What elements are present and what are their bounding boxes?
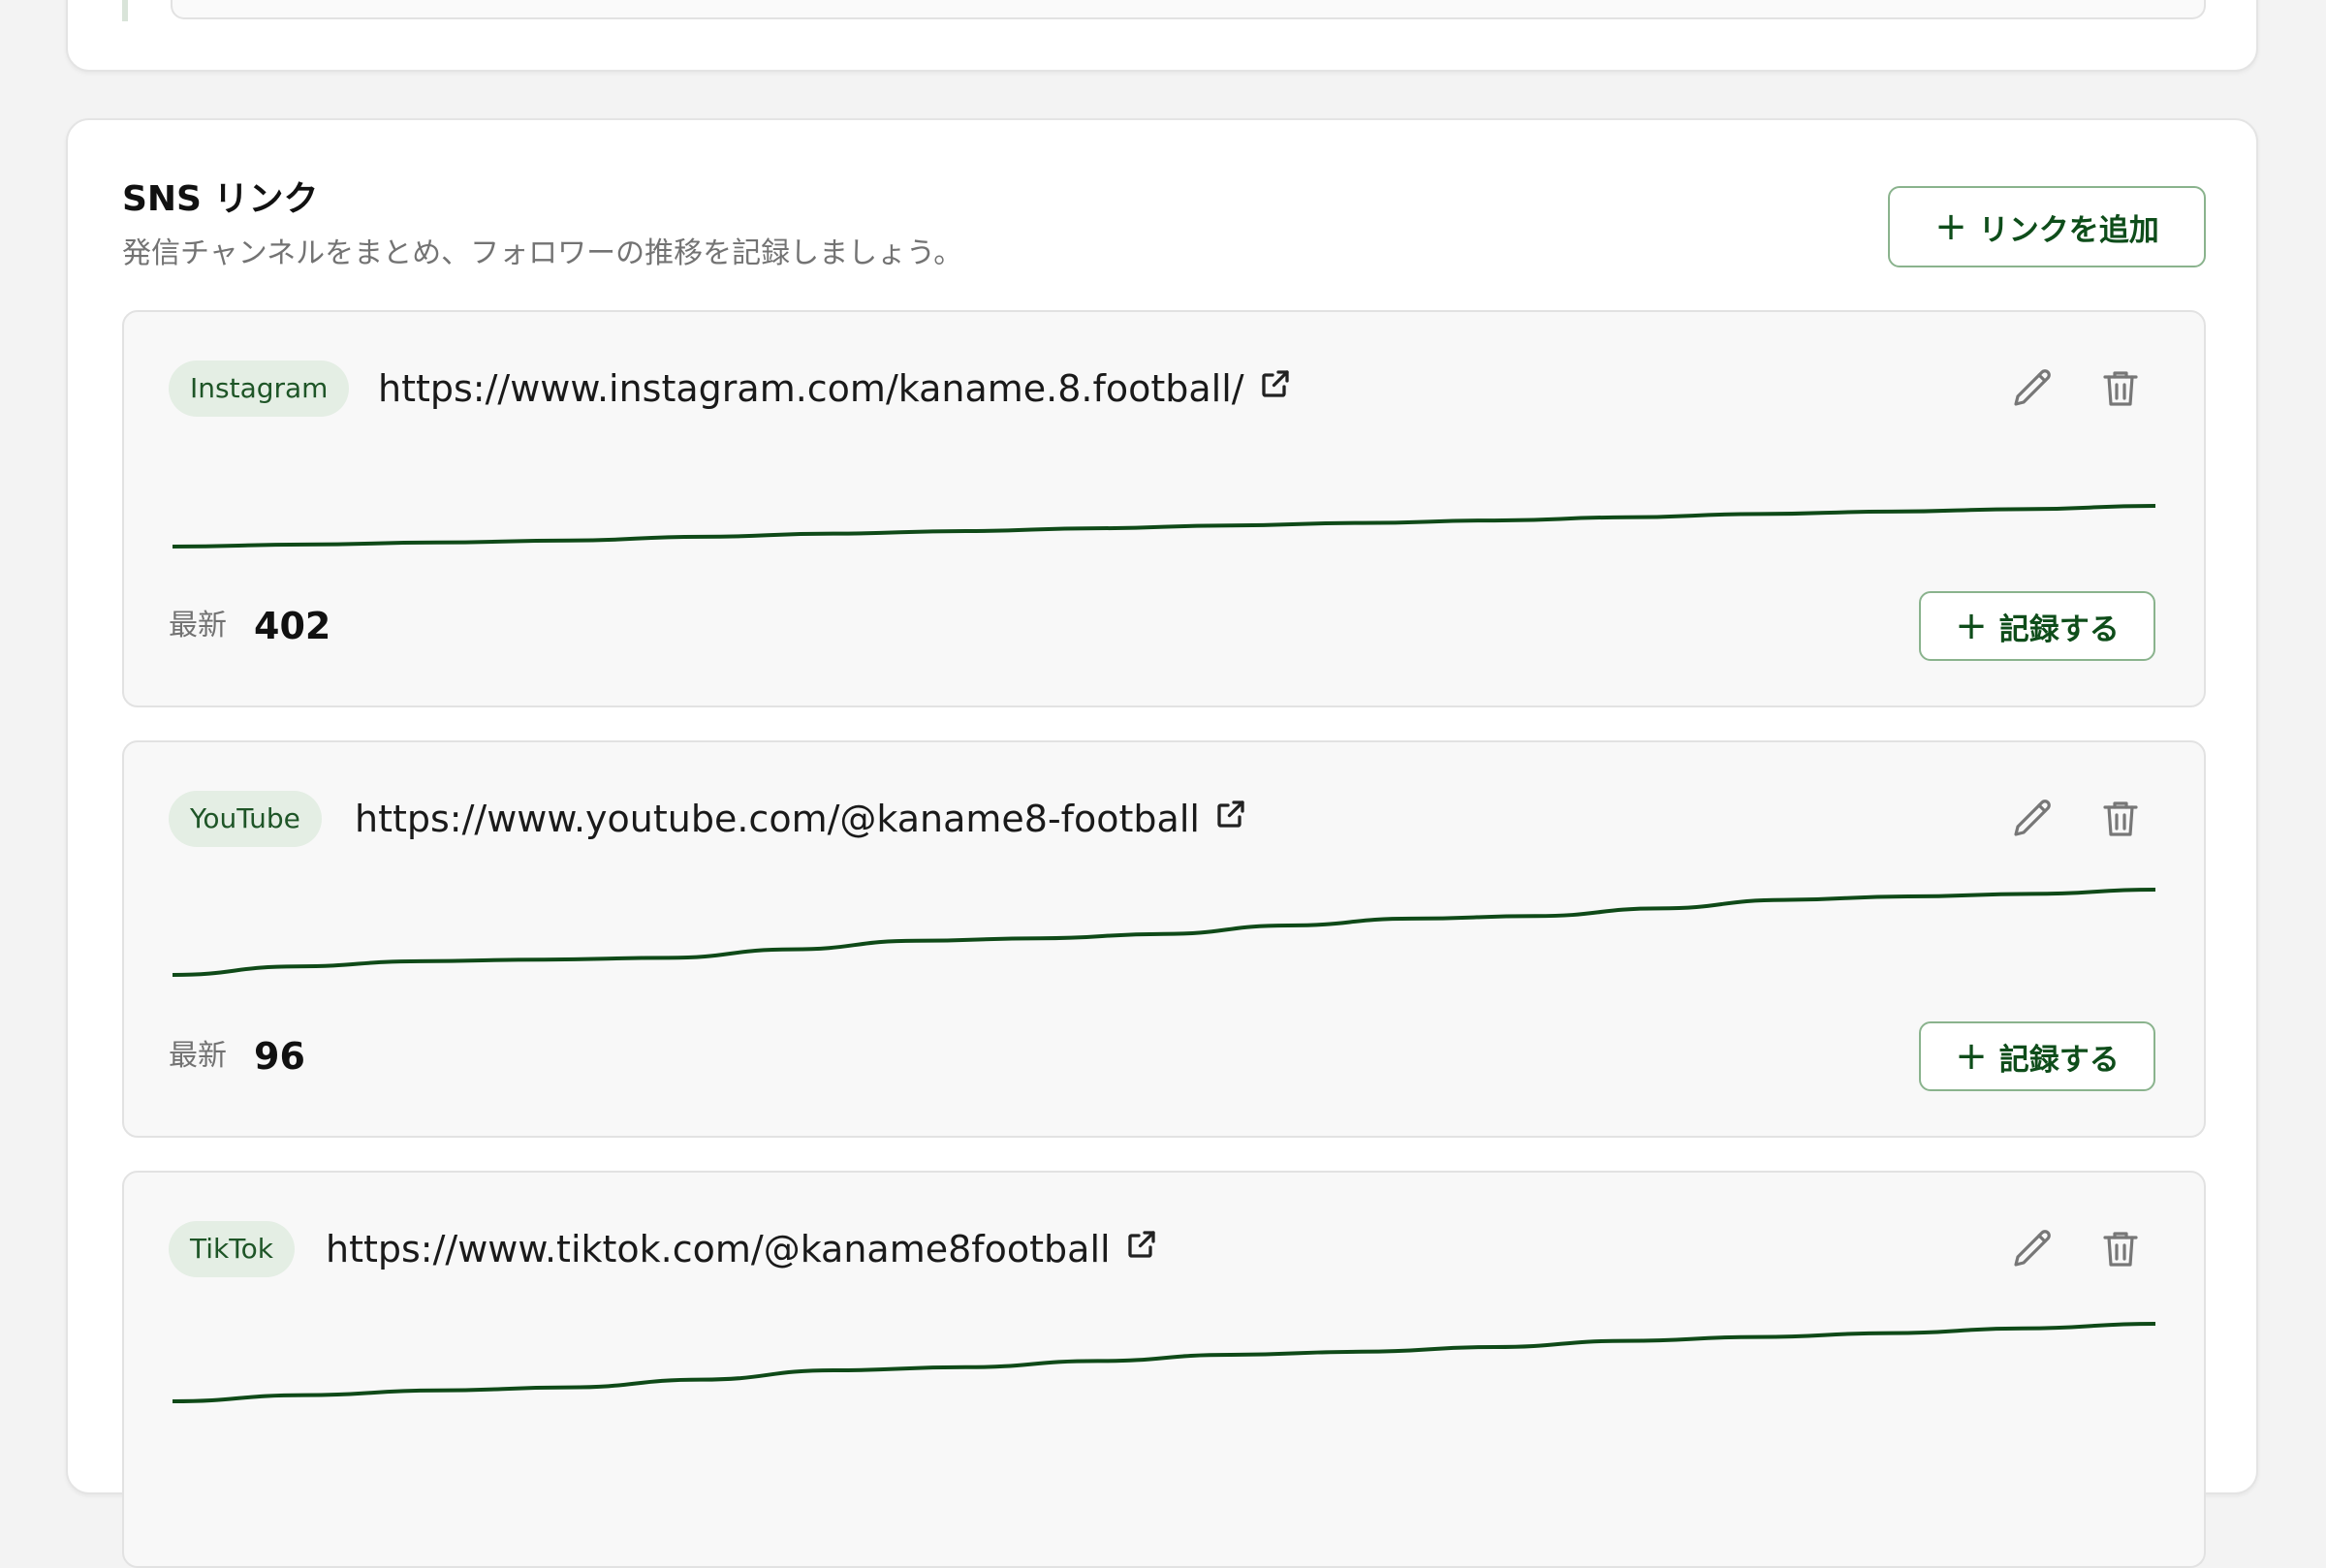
- link-card-youtube: YouTube https://www.youtube.com/@kaname8…: [122, 740, 2206, 1138]
- delete-button[interactable]: [2097, 1226, 2144, 1272]
- link-card-tiktok: TikTok https://www.tiktok.com/@kaname8fo…: [122, 1171, 2206, 1568]
- platform-chip: YouTube: [169, 791, 322, 847]
- pencil-icon: [2014, 1230, 2051, 1267]
- latest-label: 最新: [169, 609, 227, 643]
- link-url[interactable]: https://www.instagram.com/kaname.8.footb…: [378, 361, 1293, 417]
- trend-line: [173, 888, 2155, 977]
- trash-icon: [2103, 371, 2138, 406]
- edit-button[interactable]: [2010, 1226, 2057, 1272]
- record-label: 記録する: [1998, 612, 2120, 647]
- latest-label: 最新: [169, 1039, 227, 1073]
- trash-icon: [2103, 1232, 2138, 1267]
- delete-button[interactable]: [2097, 365, 2144, 412]
- link-url-text: https://www.youtube.com/@kaname8-footbal…: [355, 798, 1200, 840]
- external-link-icon: [1258, 361, 1293, 417]
- delete-button[interactable]: [2097, 796, 2144, 842]
- section-title: SNS リンク: [122, 179, 319, 219]
- platform-chip: TikTok: [169, 1221, 295, 1277]
- external-link-icon: [1124, 1221, 1159, 1277]
- accent-bar: [122, 0, 128, 21]
- link-url[interactable]: https://www.youtube.com/@kaname8-footbal…: [355, 791, 1248, 847]
- link-card-instagram: Instagram https://www.instagram.com/kana…: [122, 310, 2206, 707]
- previous-card: [66, 0, 2258, 72]
- record-label: 記録する: [1998, 1042, 2120, 1078]
- link-url-text: https://www.tiktok.com/@kaname8football: [326, 1228, 1111, 1270]
- trend-sparkline: [173, 448, 2155, 554]
- trend-sparkline: [173, 878, 2155, 985]
- pencil-icon: [2014, 800, 2051, 836]
- plus-icon: +: [1934, 204, 1967, 249]
- plus-icon: +: [1955, 604, 1988, 648]
- record-button[interactable]: + 記録する: [1919, 1021, 2155, 1091]
- add-link-button[interactable]: + リンクを追加: [1888, 186, 2206, 267]
- edit-button[interactable]: [2010, 365, 2057, 412]
- link-url-text: https://www.instagram.com/kaname.8.footb…: [378, 367, 1244, 410]
- link-url[interactable]: https://www.tiktok.com/@kaname8football: [326, 1221, 1159, 1277]
- trend-line: [173, 504, 2155, 549]
- add-link-label: リンクを追加: [1978, 212, 2159, 248]
- edit-button[interactable]: [2010, 796, 2057, 842]
- section-subtitle: 発信チャンネルをまとめ、フォロワーの推移を記録しましょう。: [122, 236, 963, 270]
- external-link-icon: [1213, 791, 1248, 847]
- plus-icon: +: [1955, 1034, 1988, 1079]
- pencil-icon: [2014, 369, 2051, 406]
- latest-value: 96: [254, 1035, 305, 1078]
- trend-sparkline: [173, 1308, 2155, 1415]
- previous-card-inner: [171, 0, 2206, 19]
- trend-line: [173, 1322, 2155, 1403]
- record-button[interactable]: + 記録する: [1919, 591, 2155, 661]
- trash-icon: [2103, 801, 2138, 836]
- platform-chip: Instagram: [169, 361, 350, 417]
- latest-value: 402: [254, 605, 331, 647]
